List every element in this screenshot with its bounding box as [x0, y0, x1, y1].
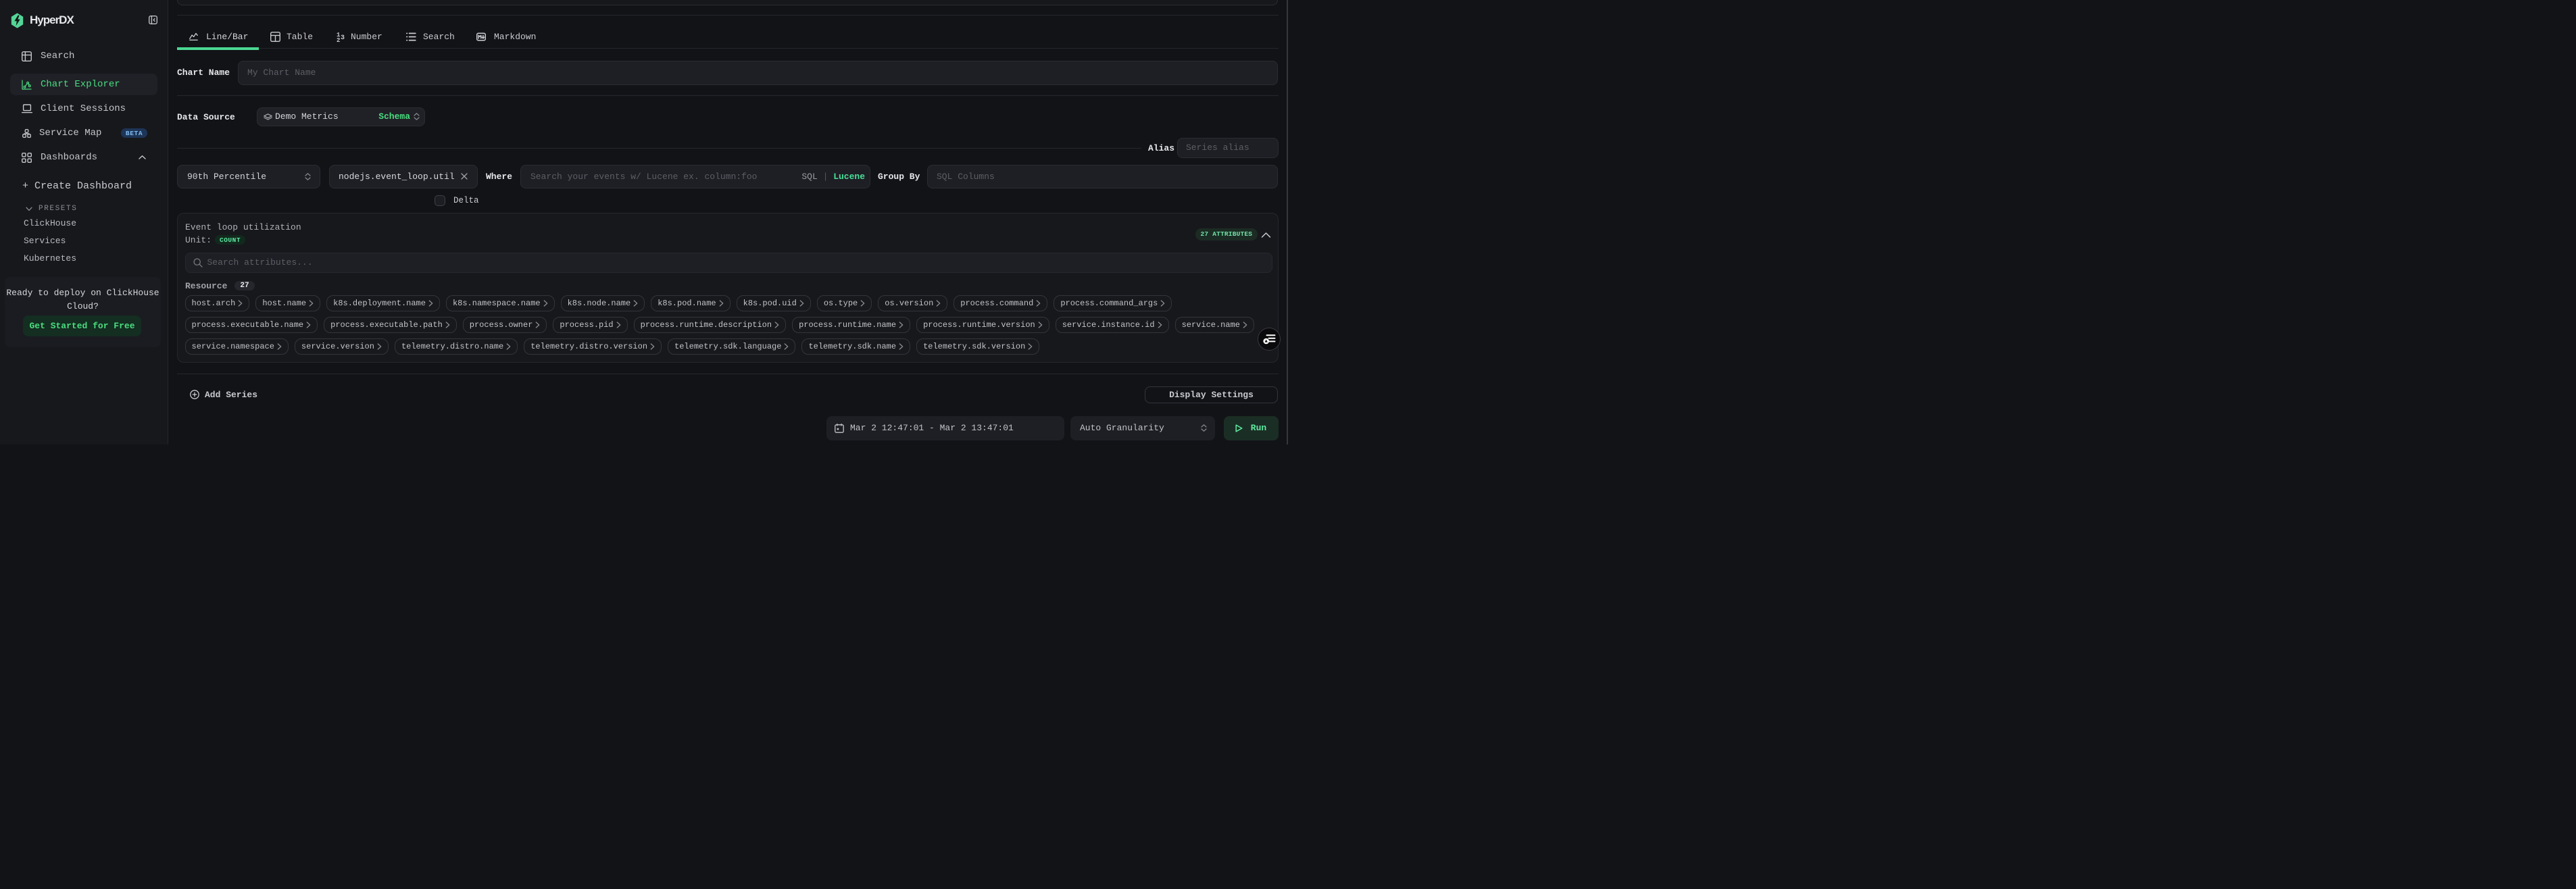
svg-text:3: 3: [341, 34, 345, 42]
svg-text:2: 2: [337, 37, 340, 42]
